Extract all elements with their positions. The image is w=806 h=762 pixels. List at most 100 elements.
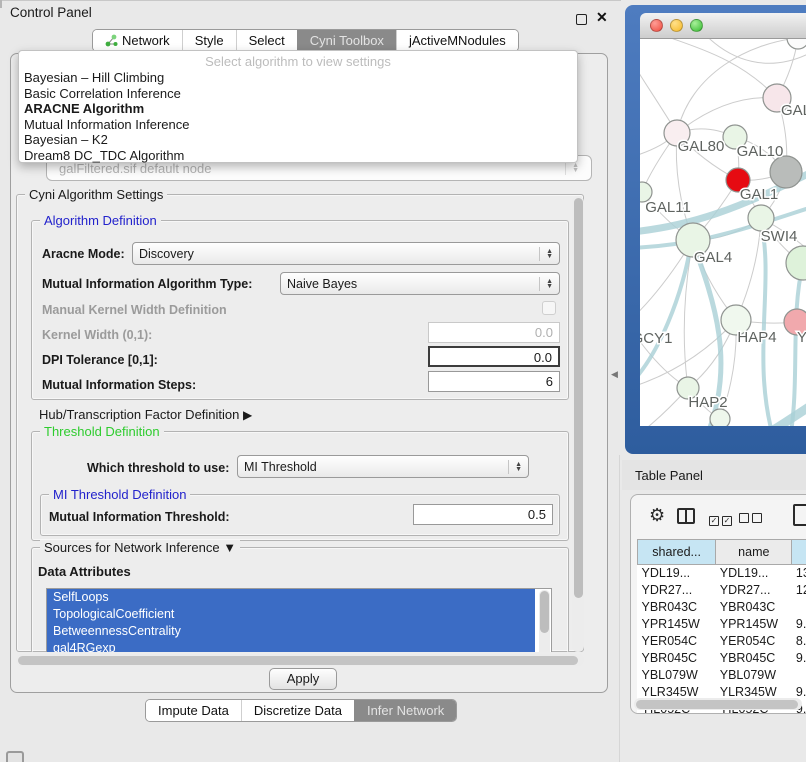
traffic-minimize-icon[interactable]: [670, 19, 683, 32]
data-attributes-label: Data Attributes: [38, 564, 131, 579]
table-cell: YBL079W: [716, 667, 792, 684]
table-row[interactable]: YDL19...YDL19...13: [638, 565, 806, 582]
table-horizontal-scrollbar[interactable]: [634, 698, 802, 710]
data-attributes-list[interactable]: SelfLoopsTopologicalCoefficientBetweenne…: [46, 588, 552, 652]
unselect-all-columns-icon[interactable]: [739, 511, 765, 526]
algorithm-option-mutual-information-inference[interactable]: Mutual Information Inference: [19, 117, 577, 133]
table-column-header-shared[interactable]: shared...: [638, 540, 716, 565]
table-cell: YBR045C: [638, 650, 716, 667]
hub-definition-toggle[interactable]: Hub/Transcription Factor Definition ▶: [39, 407, 252, 422]
mi-steps-field[interactable]: 6: [428, 371, 560, 392]
tab-cyni-toolbox[interactable]: Cyni Toolbox: [297, 30, 396, 51]
table-cell: YPR145W: [638, 616, 716, 633]
tab-network[interactable]: Network: [93, 30, 182, 51]
algorithm-option-dream8-dc-tdc-algorithm[interactable]: Dream8 DC_TDC Algorithm: [19, 148, 577, 164]
settings-horizontal-scrollbar[interactable]: [16, 654, 584, 666]
table-row[interactable]: YBR045CYBR045C9.: [638, 650, 806, 667]
table-cell: 9.: [792, 616, 806, 633]
table-cell: 9.: [792, 650, 806, 667]
node-label-gal11: GAL11: [645, 199, 691, 216]
node-gray-node[interactable]: [770, 156, 802, 188]
tab-style[interactable]: Style: [182, 30, 236, 51]
which-threshold-label: Which threshold to use:: [87, 461, 229, 475]
node-label-gal: GAL: [781, 102, 806, 119]
algorithm-option-bayesian-hill-climbing[interactable]: Bayesian – Hill Climbing: [19, 70, 577, 86]
control-panel-tabs: Network StyleSelectCyni Toolbox jActiveMNo…: [92, 29, 519, 52]
which-threshold-combo[interactable]: MI Threshold ▲▼: [237, 455, 529, 478]
tab-network-label: Network: [122, 33, 170, 48]
table-column-header-2[interactable]: [792, 540, 806, 565]
mi-algorithm-type-label: Mutual Information Algorithm Type:: [42, 277, 252, 291]
sources-group-title: Sources for Network Inference ▼: [40, 540, 240, 555]
expand-arrow-icon: ▶: [243, 408, 252, 422]
select-all-columns-icon[interactable]: ✓✓: [709, 511, 735, 526]
network-edge-bundle[interactable]: [640, 248, 690, 393]
traffic-close-icon[interactable]: [650, 19, 663, 32]
sources-group: Sources for Network Inference ▼ Data Att…: [31, 547, 569, 652]
node-right-big[interactable]: [786, 246, 806, 280]
network-edge-bundle[interactable]: [761, 223, 775, 426]
tab-discretize-data[interactable]: Discretize Data: [241, 700, 354, 721]
screenshot-root: { "colors": { "sel-blue": "#3b6cc5", "ti…: [0, 0, 806, 762]
traffic-zoom-icon[interactable]: [690, 19, 703, 32]
network-window-titlebar[interactable]: [640, 13, 806, 39]
table-row[interactable]: YPR145WYPR145W9.: [638, 616, 806, 633]
attribute-item-topologicalcoefficient[interactable]: TopologicalCoefficient: [47, 606, 535, 623]
mi-algorithm-type-value: Naive Bayes: [287, 277, 357, 291]
network-edge[interactable]: [736, 218, 761, 320]
apply-button[interactable]: Apply: [269, 668, 337, 690]
panel-mini-button[interactable]: [6, 751, 24, 762]
tab-discretize-data-label: Discretize Data: [254, 703, 342, 718]
settings-vertical-scrollbar[interactable]: [572, 196, 584, 652]
mi-threshold-field[interactable]: 0.5: [413, 504, 553, 525]
table-cell: YDR27...: [638, 582, 716, 599]
attribute-item-selfloops[interactable]: SelfLoops: [47, 589, 535, 606]
network-canvas[interactable]: GAL80GAL10GAL1GAL11SWI4GAL4GCY1HAP4YHAP2…: [640, 39, 806, 426]
tab-infer-network[interactable]: Infer Network: [354, 700, 456, 721]
attributes-list-scrollbar[interactable]: [539, 590, 550, 652]
algorithm-option-bayesian-k2[interactable]: Bayesian – K2: [19, 132, 577, 148]
table-cell: [792, 599, 806, 616]
aracne-mode-value: Discovery: [139, 247, 194, 261]
import-table-icon[interactable]: [793, 504, 806, 526]
dpi-tolerance-field[interactable]: 0.0: [428, 346, 560, 367]
table-column-header-name[interactable]: name: [716, 540, 792, 565]
table-row[interactable]: YBL079WYBL079W: [638, 667, 806, 684]
manual-kernel-checkbox[interactable]: [542, 301, 556, 315]
node-label-y: Y: [797, 329, 806, 346]
table-row[interactable]: YDR27...YDR27...12: [638, 582, 806, 599]
columns-icon[interactable]: [677, 508, 695, 524]
table-cell: YBR043C: [716, 599, 792, 616]
table-cell: YER054C: [638, 633, 716, 650]
node-partial-bottom[interactable]: [710, 409, 730, 426]
kernel-width-field[interactable]: 0.0: [428, 322, 560, 343]
tab-impute-data[interactable]: Impute Data: [146, 700, 241, 721]
collapse-arrow-icon[interactable]: ▼: [223, 540, 236, 555]
table-row[interactable]: YBR043CYBR043C: [638, 599, 806, 616]
attribute-item-gal4rgexp[interactable]: gal4RGexp: [47, 640, 535, 652]
tab-select[interactable]: Select: [236, 30, 297, 51]
algorithm-option-aracne-algorithm[interactable]: ARACNE Algorithm: [19, 101, 577, 117]
threshold-definition-group: Threshold Definition Which threshold to …: [31, 431, 569, 541]
splitter-arrow-icon[interactable]: ◀: [611, 369, 618, 380]
table-cell: YDR27...: [716, 582, 792, 599]
node-partial-top[interactable]: [787, 39, 806, 49]
attribute-item-betweennesscentrality[interactable]: BetweennessCentrality: [47, 623, 535, 640]
dpi-tolerance-label: DPI Tolerance [0,1]:: [42, 353, 158, 367]
tab-jactivemnodules[interactable]: jActiveMNodules: [396, 30, 518, 51]
kernel-width-label: Kernel Width (0,1):: [42, 328, 152, 342]
gear-icon[interactable]: ⚙: [649, 505, 665, 526]
table-cell: YBL079W: [638, 667, 716, 684]
table-row[interactable]: YER054CYER054C8.: [638, 633, 806, 650]
mi-algorithm-type-combo[interactable]: Naive Bayes ▲▼: [280, 272, 560, 295]
mi-threshold-group-title: MI Threshold Definition: [49, 487, 190, 502]
table-panel-body: ⚙ ✓✓ shared...name YDL19...YDL19...13YDR…: [630, 494, 806, 714]
node-label-swi4: SWI4: [761, 228, 798, 245]
mi-steps-label: Mutual Information Steps:: [42, 378, 196, 392]
tab-jactivemnodules-label: jActiveMNodules: [409, 33, 506, 48]
close-icon[interactable]: ✕: [596, 9, 608, 26]
algorithm-option-basic-correlation-inference[interactable]: Basic Correlation Inference: [19, 86, 577, 102]
tab-infer-network-label: Infer Network: [367, 703, 444, 718]
float-icon[interactable]: [576, 14, 587, 25]
aracne-mode-combo[interactable]: Discovery ▲▼: [132, 242, 560, 265]
